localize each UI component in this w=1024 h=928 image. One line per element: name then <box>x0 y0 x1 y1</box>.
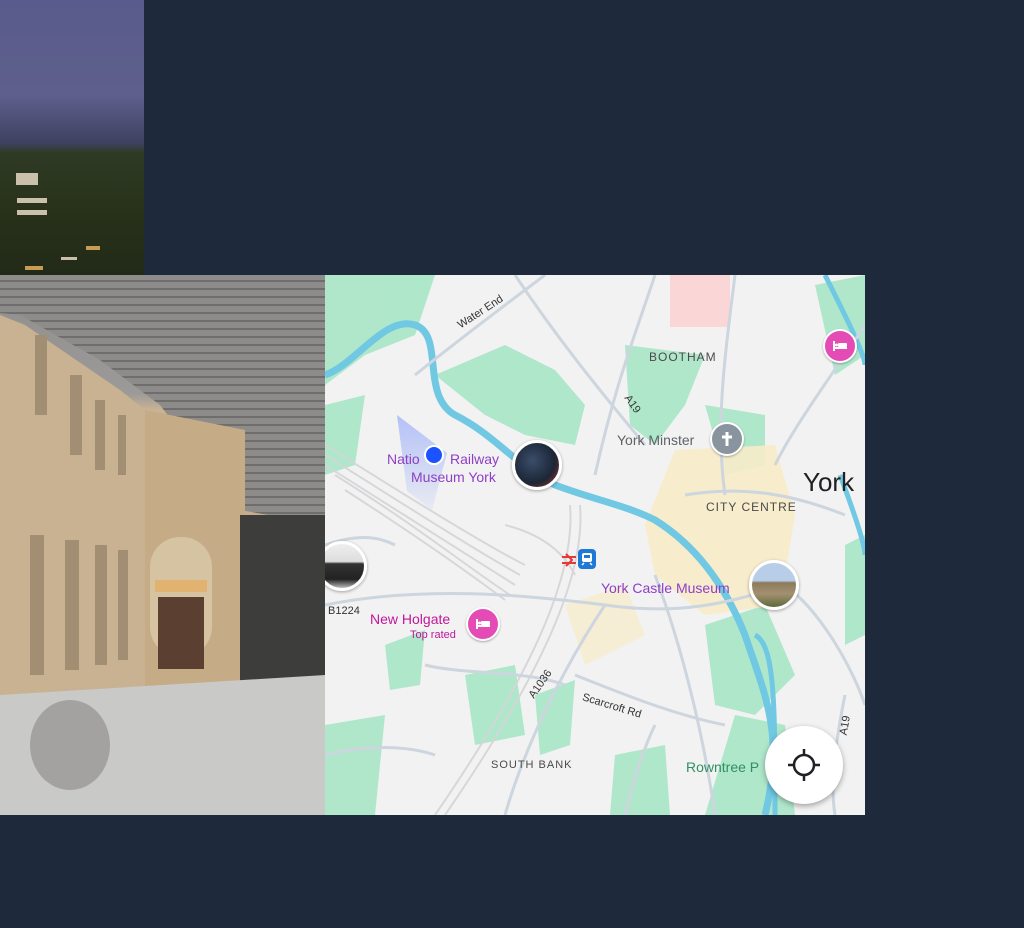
place-york-minster-label[interactable]: York Minster <box>617 433 694 447</box>
hotel-icon[interactable] <box>823 329 857 363</box>
district-south-bank: SOUTH BANK <box>491 759 573 771</box>
place-new-holgate-label[interactable]: New Holgate <box>370 612 450 626</box>
station-interior-illustration <box>0 275 325 815</box>
place-railway-museum-label-c[interactable]: Museum York <box>411 470 496 484</box>
railway-museum-photo-pin[interactable] <box>512 440 562 490</box>
castle-museum-photo-pin[interactable] <box>749 560 799 610</box>
place-new-holgate-rating: Top rated <box>410 629 456 641</box>
road-label-b1224: B1224 <box>328 605 360 617</box>
locate-crosshair-icon <box>788 749 820 781</box>
district-city-centre: CITY CENTRE <box>706 500 797 514</box>
place-york-castle-museum-label[interactable]: York Castle Museum <box>601 581 730 595</box>
lit-window <box>16 173 38 185</box>
train-station-icon[interactable] <box>578 549 596 569</box>
locate-me-button[interactable] <box>765 726 843 804</box>
lit-window <box>17 198 47 203</box>
hotel-icon[interactable] <box>466 607 500 641</box>
lit-window <box>61 257 77 260</box>
lit-window <box>86 246 100 250</box>
place-railway-museum-label-b[interactable]: Railway <box>450 452 499 466</box>
place-railway-museum-label-a[interactable]: Natio <box>387 452 420 466</box>
current-location-dot <box>424 445 444 465</box>
lit-window <box>25 266 43 270</box>
place-railway-museum-label-part1: Natio <box>387 451 420 467</box>
national-rail-icon[interactable] <box>561 553 577 567</box>
station-street-view-photo[interactable] <box>0 275 325 815</box>
night-photo-thumbnail[interactable] <box>0 0 144 318</box>
lit-window <box>17 210 47 215</box>
city-label-york: York <box>803 467 855 497</box>
district-bootham: BOOTHAM <box>649 350 717 364</box>
cross-icon[interactable] <box>710 422 744 456</box>
place-rowntree-park-label[interactable]: Rowntree P <box>686 760 759 774</box>
